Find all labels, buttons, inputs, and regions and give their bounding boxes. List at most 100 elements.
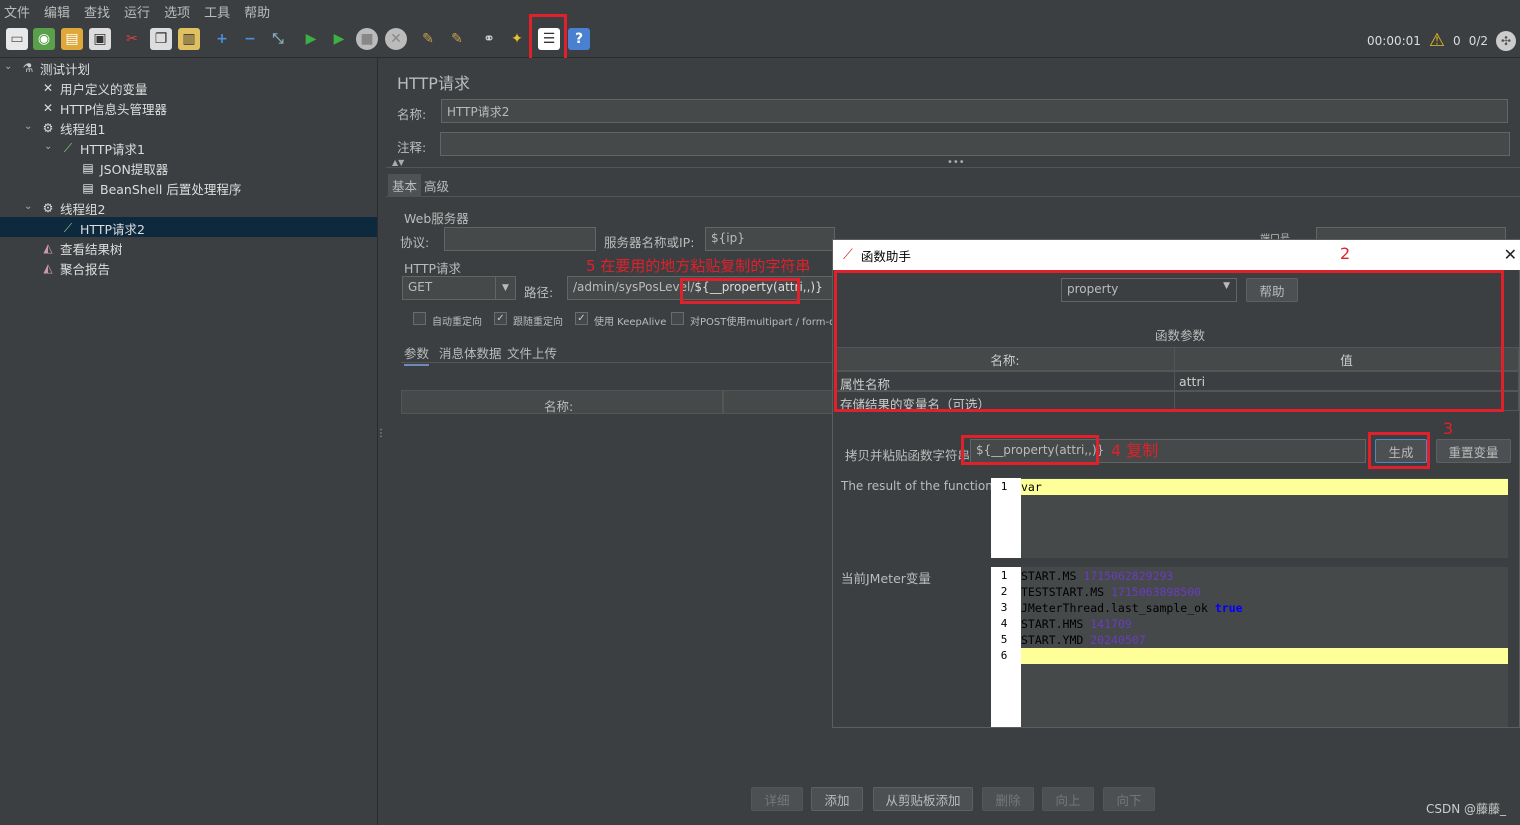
menu-edit[interactable]: 编辑: [44, 2, 70, 21]
warning-icon[interactable]: ⚠: [1429, 30, 1445, 51]
chevron-down-icon[interactable]: ⌄: [24, 201, 32, 212]
tree-item-results-tree[interactable]: ◭ 查看结果树: [40, 238, 122, 258]
run-status: 00:00:01 ⚠ 0 0/2 ✣: [1367, 30, 1516, 51]
menu-options[interactable]: 选项: [164, 2, 190, 21]
clear-all-icon[interactable]: ✎: [446, 28, 468, 50]
line-number: 5: [1000, 633, 1008, 646]
menu-file[interactable]: 文件: [4, 2, 30, 21]
tree-item-header-manager[interactable]: ✕ HTTP信息头管理器: [40, 98, 167, 118]
collapse-arrows-icon[interactable]: ▲▼: [392, 158, 404, 167]
paste-icon[interactable]: ▥: [178, 28, 200, 50]
keepalive-checkbox[interactable]: ✓: [575, 312, 588, 325]
tree-item-test-plan[interactable]: ⚗ 测试计划: [20, 58, 90, 78]
tree-item-beanshell[interactable]: ▤ BeanShell 后置处理程序: [80, 178, 241, 198]
close-icon[interactable]: ✕: [1504, 245, 1517, 264]
chevron-down-icon[interactable]: ▼: [495, 277, 515, 299]
server-field[interactable]: ${ip}: [705, 227, 835, 251]
start-icon[interactable]: ▶: [300, 28, 322, 50]
tab-body-data[interactable]: 消息体数据: [439, 343, 502, 362]
copy-label: 拷贝并粘贴函数字符串: [845, 448, 971, 463]
start-no-pause-icon[interactable]: ▶: [328, 28, 350, 50]
expand-icon[interactable]: +: [211, 28, 233, 50]
reset-vars-button[interactable]: 重置变量: [1436, 439, 1511, 463]
page-title: HTTP请求: [397, 74, 470, 93]
result-line: var: [1021, 480, 1042, 494]
tab-advanced[interactable]: 高级: [424, 176, 449, 195]
tree-item-http-request-1[interactable]: ⟋ HTTP请求1: [60, 138, 145, 158]
chevron-down-icon[interactable]: ⌄: [4, 61, 12, 72]
result-editor[interactable]: 1 var: [991, 478, 1508, 558]
chart-icon: ◭: [43, 241, 53, 255]
name-field[interactable]: HTTP请求2: [441, 99, 1508, 123]
protocol-field[interactable]: [444, 227, 596, 251]
split-pane-divider[interactable]: ⋮: [376, 58, 386, 825]
clear-icon[interactable]: ✎: [417, 28, 439, 50]
collapse-icon[interactable]: −: [239, 28, 261, 50]
move-down-button[interactable]: 向下: [1103, 787, 1155, 811]
toggle-icon[interactable]: ⤡: [267, 28, 289, 50]
pipette-icon: ⟋: [63, 140, 73, 155]
drag-handle-icon[interactable]: ⋮: [376, 428, 386, 439]
help-icon[interactable]: ?: [568, 28, 590, 50]
elapsed-time: 00:00:01: [1367, 33, 1421, 48]
open-icon[interactable]: ▤: [61, 28, 83, 50]
current-line-highlight: [1021, 648, 1508, 664]
menu-bar: 文件 编辑 查找 运行 选项 工具 帮助: [0, 0, 1520, 22]
templates-icon[interactable]: ◉: [33, 28, 55, 50]
vars-editor[interactable]: 1 START.MS 1715062829293 2 TESTSTART.MS …: [991, 567, 1508, 727]
result-label: The result of the function is: [841, 479, 1007, 493]
auto-redirect-checkbox[interactable]: [413, 312, 426, 325]
multipart-checkbox[interactable]: [671, 312, 684, 325]
method-select[interactable]: GET ▼: [402, 276, 516, 300]
tree-item-user-vars[interactable]: ✕ 用户定义的变量: [40, 78, 148, 98]
line-number: 6: [1000, 649, 1008, 662]
var-line: START.MS 1715062829293: [1021, 569, 1174, 583]
params-col-name: 名称:: [544, 399, 574, 414]
chevron-down-icon[interactable]: ⌄: [24, 121, 32, 132]
follow-redirect-checkbox[interactable]: ✓: [494, 312, 507, 325]
chevron-down-icon[interactable]: ⌄: [44, 141, 52, 152]
var-line: START.YMD 20240507: [1021, 633, 1146, 647]
save-icon[interactable]: ▣: [89, 28, 111, 50]
line-number: 2: [1000, 585, 1008, 598]
tree-item-thread-group-1[interactable]: ⚙ 线程组1: [40, 118, 106, 138]
annotation-box-4: [961, 435, 1099, 465]
remote-icon[interactable]: ✣: [1496, 30, 1516, 51]
move-up-button[interactable]: 向上: [1042, 787, 1094, 811]
add-from-clipboard-button[interactable]: 从剪贴板添加: [873, 787, 973, 811]
dialog-titlebar[interactable]: ⟋ 函数助手 ✕: [833, 240, 1520, 270]
menu-run[interactable]: 运行: [124, 2, 150, 21]
active-threads: 0/2: [1468, 33, 1488, 48]
cut-icon[interactable]: ✂: [121, 28, 143, 50]
tab-file-upload[interactable]: 文件上传: [507, 343, 557, 362]
menu-help[interactable]: 帮助: [244, 2, 270, 21]
tree-item-aggregate-report[interactable]: ◭ 聚合报告: [40, 258, 110, 278]
menu-tools[interactable]: 工具: [204, 2, 230, 21]
annotation-box-5: [680, 278, 800, 304]
path-label: 路径:: [524, 285, 554, 300]
new-icon[interactable]: ▭: [6, 28, 28, 50]
tree-item-thread-group-2[interactable]: ⚙ 线程组2: [40, 198, 106, 218]
drag-dots-icon[interactable]: •••: [947, 157, 965, 168]
copy-icon[interactable]: ❐: [150, 28, 172, 50]
tree-item-json-extractor[interactable]: ▤ JSON提取器: [80, 158, 168, 178]
server-label: 服务器名称或IP:: [604, 235, 695, 250]
warning-count: 0: [1453, 33, 1461, 48]
line-number: 3: [1000, 601, 1008, 614]
shutdown-icon[interactable]: ✕: [385, 28, 407, 50]
reset-search-icon[interactable]: ✦: [506, 28, 528, 50]
tab-basic[interactable]: 基本: [388, 174, 422, 197]
stop-icon[interactable]: ■: [356, 28, 378, 50]
search-icon[interactable]: ⚭: [478, 28, 500, 50]
delete-button[interactable]: 删除: [982, 787, 1034, 811]
detail-button[interactable]: 详细: [751, 787, 803, 811]
tree-item-http-request-2[interactable]: ⟋ HTTP请求2: [60, 218, 145, 238]
http-request-section-label: HTTP请求: [404, 261, 461, 276]
test-plan-tree: ⌄ ⚗ 测试计划 ✕ 用户定义的变量 ✕ HTTP信息头管理器 ⌄ ⚙ 线程组1…: [0, 58, 378, 825]
add-button[interactable]: 添加: [811, 787, 863, 811]
var-line: JMeterThread.last_sample_ok true: [1021, 601, 1243, 615]
menu-search[interactable]: 查找: [84, 2, 110, 21]
annotation-2: 2: [1340, 244, 1351, 263]
document-icon: ▤: [82, 161, 94, 175]
comment-field[interactable]: [440, 132, 1510, 156]
